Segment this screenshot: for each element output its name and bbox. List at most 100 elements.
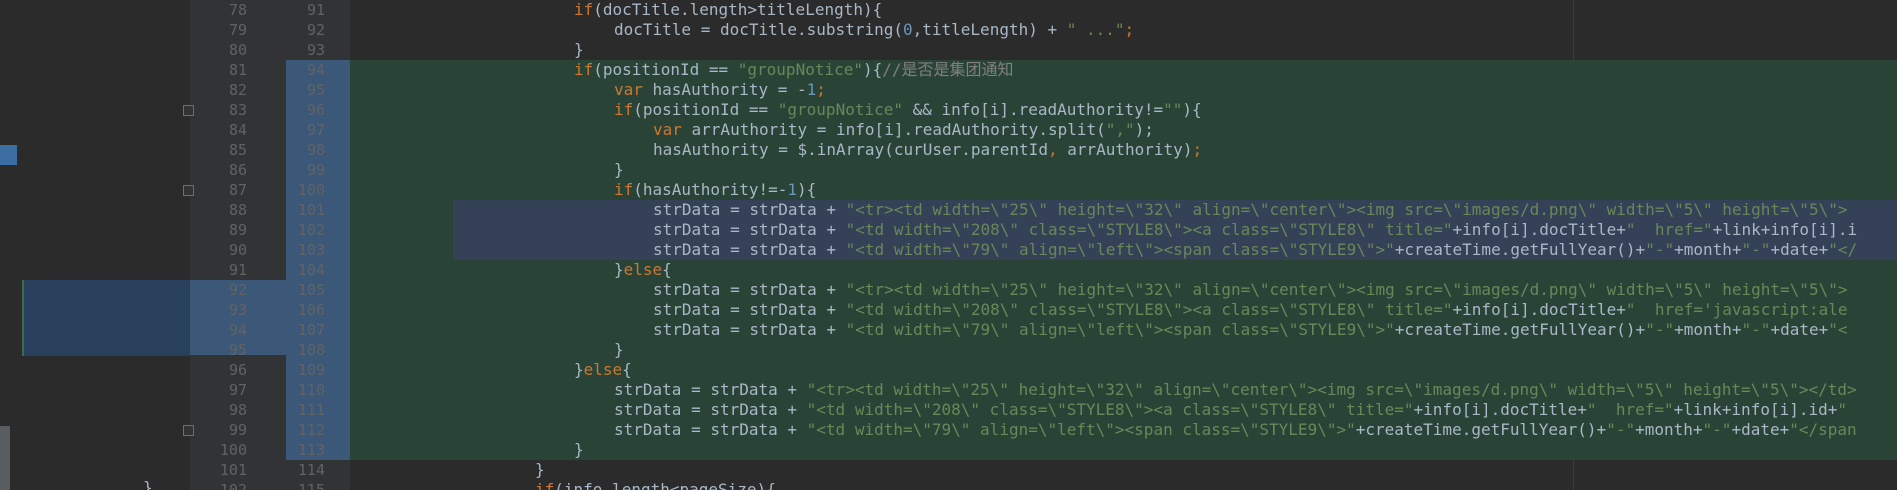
left-diff-pane[interactable]: } <box>0 0 192 490</box>
code-token: strData = strData + <box>614 400 807 419</box>
line-number-left: 97 <box>228 381 247 399</box>
code-token: var <box>653 120 692 139</box>
left-pane-scroll-marker[interactable] <box>0 426 10 490</box>
code-token: +month+ <box>1674 240 1742 259</box>
code-token: ; <box>1192 140 1203 159</box>
code-line[interactable]: if(positionId == "groupNotice" && info[i… <box>614 100 1202 120</box>
code-token: +info[i].docTitle+ <box>1452 220 1626 239</box>
code-token: "-" <box>1702 420 1732 439</box>
code-line[interactable]: var arrAuthority = info[i].readAuthority… <box>653 120 1154 140</box>
code-line[interactable]: } <box>574 440 584 460</box>
code-editor[interactable]: if(docTitle.length>titleLength){docTitle… <box>350 0 1897 490</box>
code-line[interactable]: strData = strData + "<td width=\"79\" al… <box>653 240 1857 260</box>
line-number-left: 78 <box>228 1 247 19</box>
code-token: "<td width=\"79\" align=\"left\"><span c… <box>806 420 1356 439</box>
fold-icon[interactable] <box>183 185 194 196</box>
fold-end-icon[interactable] <box>183 425 194 436</box>
code-token: " href='javascript:ale <box>1625 300 1848 319</box>
code-line[interactable]: strData = strData + "<tr><td width=\"25\… <box>653 200 1847 220</box>
code-line[interactable]: strData = strData + "<td width=\"79\" al… <box>653 320 1848 340</box>
code-token: hasAuthority = - <box>652 80 807 99</box>
code-token: } <box>574 440 584 459</box>
line-number-left: 87 <box>228 181 247 199</box>
code-line[interactable]: }else{ <box>574 360 632 380</box>
code-token: +info[i].docTitle+ <box>1413 400 1587 419</box>
line-number-right: 112 <box>297 421 325 439</box>
code-line[interactable]: strData = strData + "<td width=\"208\" c… <box>653 300 1847 320</box>
code-token: +createTime.getFullYear()+ <box>1394 320 1646 339</box>
code-token: } <box>574 40 584 59</box>
line-number-left: 90 <box>228 241 247 259</box>
line-number-left: 89 <box>228 221 247 239</box>
code-token: +link+info[i].id+ <box>1673 400 1838 419</box>
code-token: ,titleLength) + <box>912 20 1067 39</box>
code-token: " href=" <box>1586 400 1674 419</box>
code-line[interactable]: strData = strData + "<td width=\"79\" al… <box>614 420 1857 440</box>
code-token: "-" <box>1741 240 1771 259</box>
code-token: //是否是集团通知 <box>882 60 1014 79</box>
line-number-right: 98 <box>306 141 325 159</box>
code-token: (docTitle.length>titleLength){ <box>593 0 883 19</box>
code-line[interactable]: strData = strData + "<td width=\"208\" c… <box>653 220 1857 240</box>
code-line[interactable]: strData = strData + "<td width=\"208\" c… <box>614 400 1847 420</box>
fold-icon[interactable] <box>183 105 194 116</box>
line-number-left: 80 <box>228 41 247 59</box>
line-number-right: 105 <box>297 281 325 299</box>
line-number-right: 95 <box>306 81 325 99</box>
code-token: ){ <box>863 60 883 79</box>
code-token: "<td width=\"208\" class=\"STYLE8\"><a c… <box>845 220 1453 239</box>
line-number-right: 106 <box>297 301 325 319</box>
code-line[interactable]: docTitle = docTitle.substring(0,titleLen… <box>614 20 1134 40</box>
line-number-right: 100 <box>297 181 325 199</box>
code-token: if <box>574 0 594 19</box>
code-token: "<tr><td width=\"25\" height=\"32\" alig… <box>845 280 1848 299</box>
line-number-left: 91 <box>228 261 247 279</box>
code-token: +info[i].docTitle+ <box>1452 300 1626 319</box>
code-token: +month+ <box>1674 320 1742 339</box>
code-token: "<td width=\"79\" align=\"left\"><span c… <box>845 320 1395 339</box>
code-line[interactable]: if(docTitle.length>titleLength){ <box>574 0 882 20</box>
code-token: (positionId == <box>633 100 778 119</box>
line-number-left: 86 <box>228 161 247 179</box>
code-token: +createTime.getFullYear()+ <box>1355 420 1607 439</box>
code-line[interactable]: if(positionId == "groupNotice"){//是否是集团通… <box>574 60 1014 80</box>
code-line[interactable]: } <box>535 460 545 480</box>
line-number-right: 114 <box>297 461 325 479</box>
code-token: if <box>614 180 634 199</box>
line-number-left: 98 <box>228 401 247 419</box>
line-number-left: 82 <box>228 81 247 99</box>
code-line[interactable]: strData = strData + "<tr><td width=\"25\… <box>653 280 1847 300</box>
code-token: } <box>574 360 584 379</box>
line-number-left: 85 <box>228 141 247 159</box>
code-token: ; <box>1124 20 1135 39</box>
line-number-left: 95 <box>228 341 247 359</box>
code-line[interactable]: var hasAuthority = -1; <box>614 80 826 100</box>
code-token: strData = strData + <box>653 240 846 259</box>
code-line[interactable]: }else{ <box>614 260 672 280</box>
code-line[interactable]: strData = strData + "<tr><td width=\"25\… <box>614 380 1857 400</box>
code-line[interactable]: } <box>614 340 624 360</box>
code-token: "</ <box>1828 240 1858 259</box>
line-number-right: 109 <box>297 361 325 379</box>
code-token: { <box>662 260 672 279</box>
code-token: if <box>614 100 634 119</box>
line-number-left: 81 <box>228 61 247 79</box>
code-token: (info.length<pageSize){ <box>554 480 776 490</box>
line-number-right: 91 <box>306 1 325 19</box>
code-line[interactable]: if(info.length<pageSize){ <box>535 480 776 490</box>
code-line[interactable]: hasAuthority = $.inArray(curUser.parentI… <box>653 140 1202 160</box>
line-number-left: 92 <box>228 281 247 299</box>
code-line[interactable]: } <box>574 40 584 60</box>
line-number-left: 100 <box>219 441 247 459</box>
line-number-right: 108 <box>297 341 325 359</box>
code-token: strData = strData + <box>653 200 846 219</box>
code-line[interactable]: if(hasAuthority!=-1){ <box>614 180 816 200</box>
code-line[interactable]: } <box>614 160 624 180</box>
line-number-right: 96 <box>306 101 325 119</box>
line-number-right: 93 <box>306 41 325 59</box>
code-token: "<td width=\"208\" class=\"STYLE8\"><a c… <box>806 400 1414 419</box>
code-token: "< <box>1828 320 1848 339</box>
code-token: " <box>1837 400 1848 419</box>
left-pane-change-marker[interactable] <box>0 145 17 165</box>
left-pane-diff-highlight <box>22 280 192 356</box>
